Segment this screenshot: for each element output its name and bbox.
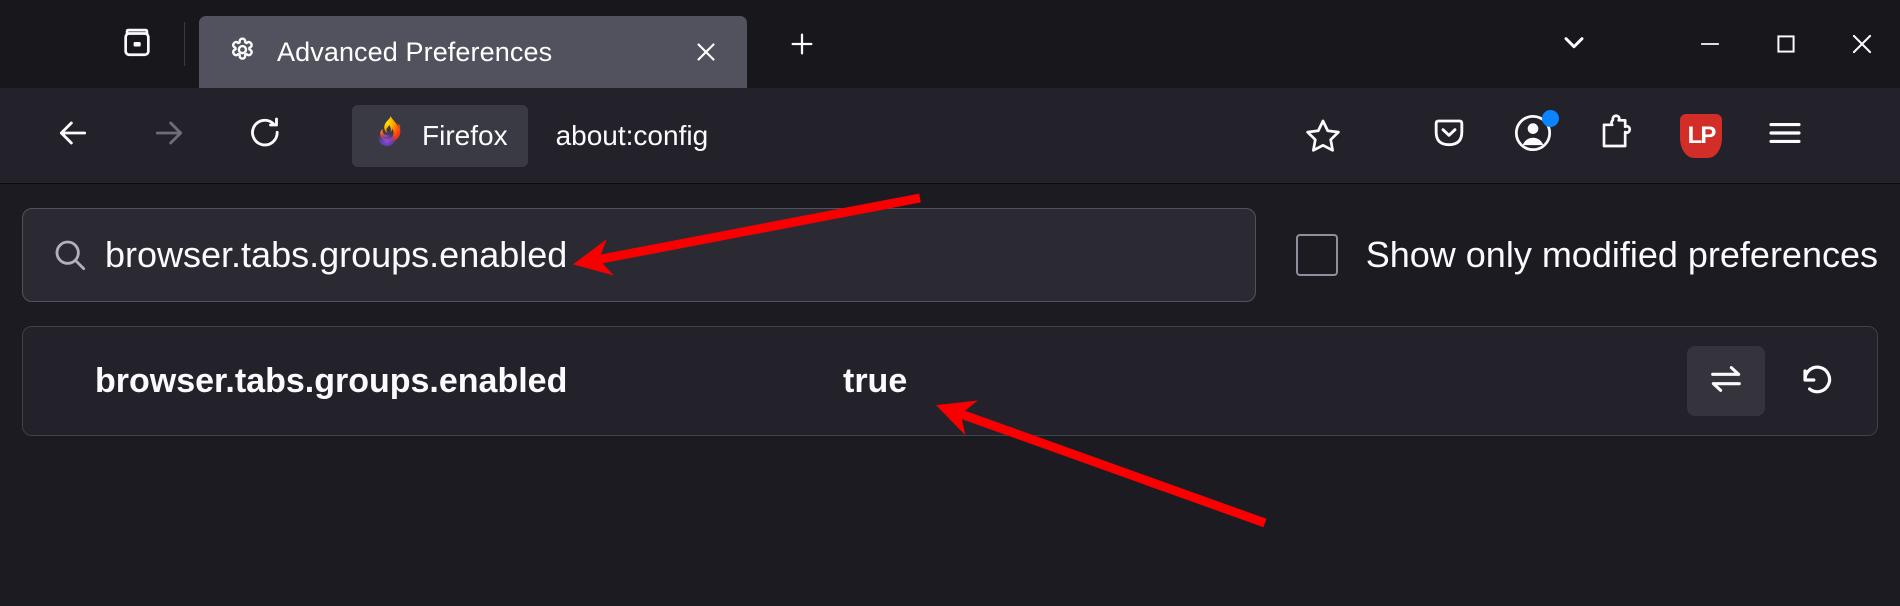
extensions-button[interactable] [1588,107,1646,165]
reset-preference-button[interactable] [1779,346,1857,416]
bookmark-star-icon[interactable] [1294,107,1352,165]
tab-title: Advanced Preferences [277,36,553,67]
application-menu-button[interactable] [1756,107,1814,165]
search-row: Show only modified preferences [22,208,1878,302]
tab-close-button[interactable] [683,29,729,75]
forward-button[interactable] [138,105,200,167]
preference-search-box[interactable] [22,208,1256,302]
forward-arrow-icon [149,113,189,158]
account-notification-badge [1542,109,1559,127]
pocket-icon [1429,113,1469,158]
preferences-list: browser.tabs.groups.enabled true [22,326,1878,436]
gear-icon [225,35,259,69]
url-text[interactable]: about:config [556,120,709,152]
identity-chip-label: Firefox [422,119,508,151]
chevron-down-icon [1558,26,1590,63]
back-arrow-icon [53,113,93,158]
tab-strip: Advanced Preferences [0,0,1900,88]
preference-name: browser.tabs.groups.enabled [95,361,568,400]
toggle-swap-icon [1706,359,1746,404]
lastpass-extension-button[interactable]: LP [1672,107,1730,165]
lastpass-icon: LP [1680,113,1722,158]
firefox-view-button[interactable] [108,15,166,73]
toggle-preference-button[interactable] [1687,346,1765,416]
preference-value[interactable]: true [843,362,1687,401]
window-controls [1672,0,1900,88]
account-button[interactable] [1504,107,1562,165]
firefox-logo-icon [370,115,406,156]
reset-undo-icon [1797,358,1839,405]
navigation-toolbar: Firefox about:config LP [0,88,1900,184]
minimize-button[interactable] [1672,0,1748,88]
pocket-button[interactable] [1420,107,1478,165]
tabstrip-divider [184,22,185,66]
table-row[interactable]: browser.tabs.groups.enabled true [23,327,1877,435]
identity-chip[interactable]: Firefox [352,104,528,167]
list-all-tabs-button[interactable] [1548,18,1600,70]
search-icon [49,235,91,275]
show-modified-label: Show only modified preferences [1365,234,1878,275]
reload-button[interactable] [234,105,296,167]
toolbar-buttons: LP [1420,107,1822,165]
firefox-view-icon [120,25,154,64]
maximize-button[interactable] [1748,0,1824,88]
search-input[interactable] [105,234,1229,276]
hamburger-menu-icon [1764,112,1806,159]
show-modified-checkbox[interactable] [1295,234,1338,276]
close-window-button[interactable] [1824,0,1900,88]
preference-actions [1687,346,1857,416]
show-modified-preferences-toggle[interactable]: Show only modified preferences [1295,234,1878,276]
tab-advanced-preferences[interactable]: Advanced Preferences [199,16,747,88]
reload-icon [245,113,285,158]
puzzle-piece-icon [1597,113,1637,158]
url-bar[interactable]: Firefox about:config [352,104,1352,167]
new-tab-button[interactable] [775,17,829,71]
about-config-page: Show only modified preferences browser.t… [0,184,1900,606]
back-button[interactable] [42,105,104,167]
browser-window: Advanced Preferences Firefox about:confi… [0,0,1900,606]
